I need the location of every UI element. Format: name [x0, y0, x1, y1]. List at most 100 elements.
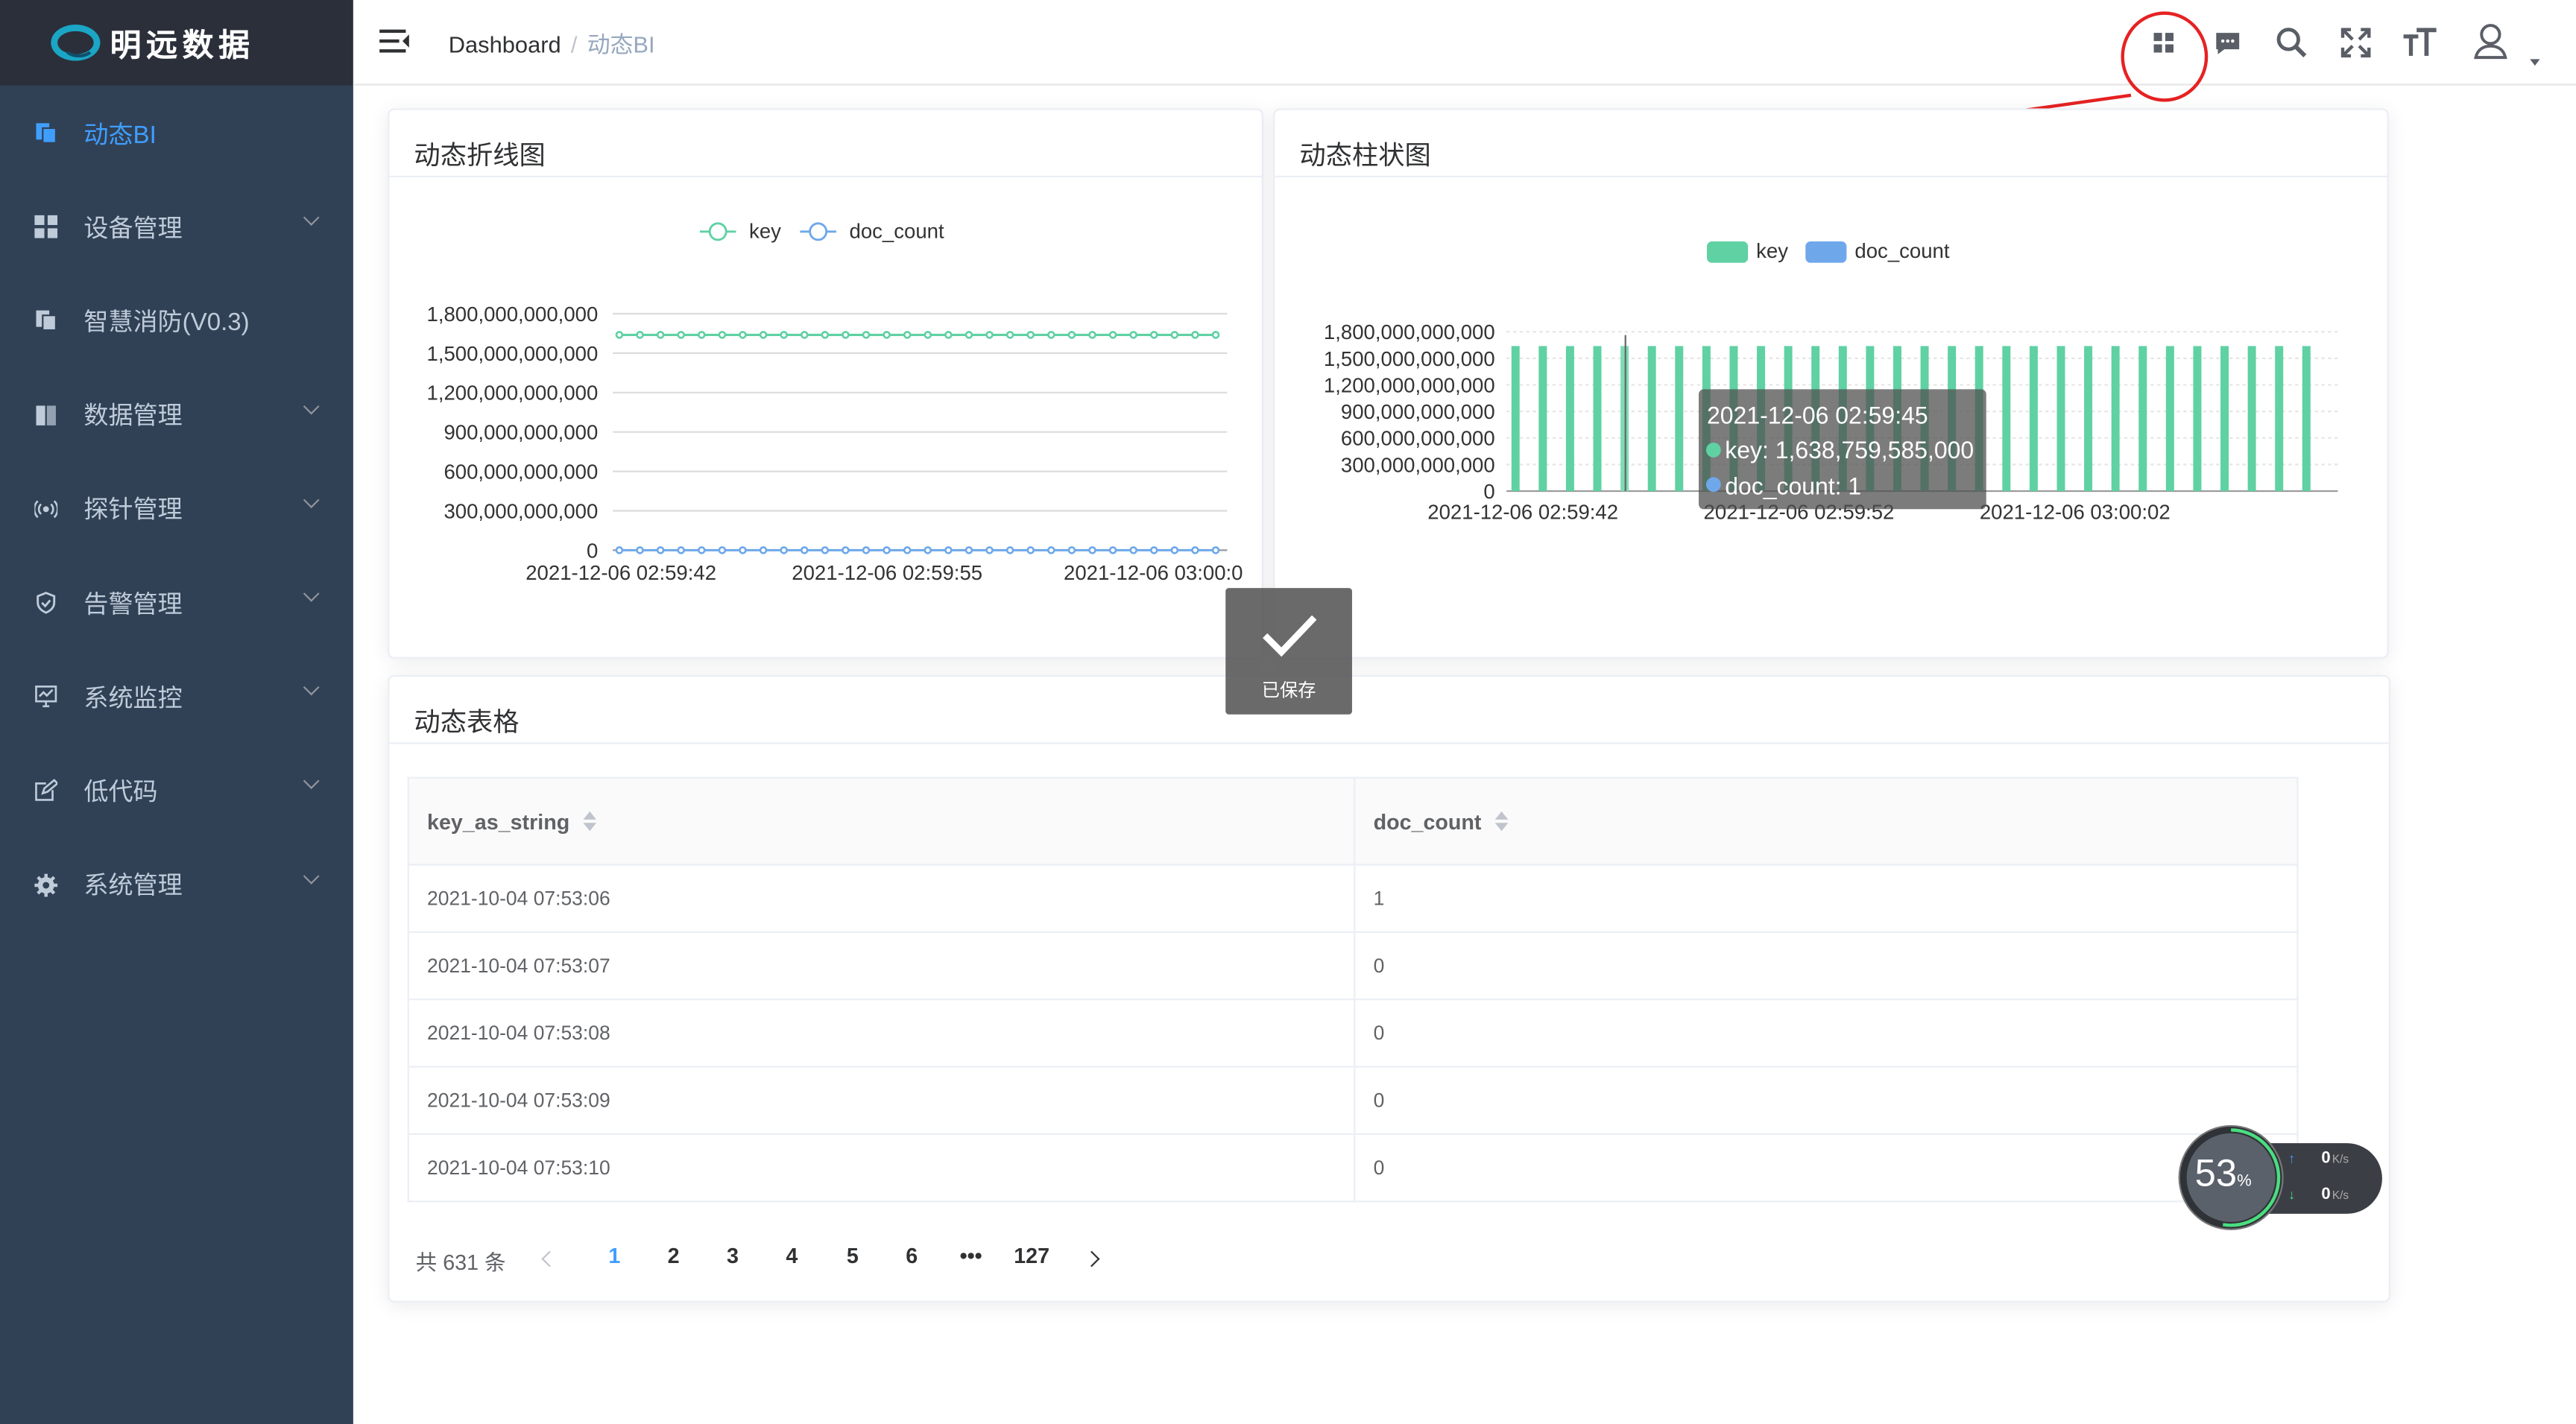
more-pages-icon[interactable]: •••: [951, 1244, 991, 1268]
series-point-key: [739, 331, 747, 339]
legend-label: doc_count: [1854, 239, 1949, 262]
bar-key: [2111, 346, 2120, 492]
breadcrumb-dashboard[interactable]: Dashboard: [449, 31, 561, 57]
y-tick-label: 0: [1483, 480, 1494, 503]
bar-key: [1511, 346, 1520, 492]
series-point-key: [1191, 331, 1199, 339]
cell-key-as-string: 2021-10-04 07:53:09: [408, 1066, 1356, 1136]
message-icon[interactable]: [2209, 23, 2245, 63]
sidebar-item-label: 数据管理: [83, 402, 183, 431]
signal-icon: [33, 496, 59, 522]
series-point-key: [883, 331, 891, 339]
page-6[interactable]: 6: [892, 1244, 932, 1268]
sort-icon[interactable]: [1494, 810, 1508, 831]
copy-icon: [33, 308, 59, 334]
sidebar-item-8[interactable]: 低代码: [0, 744, 353, 836]
cell-doc-count: 0: [1354, 1066, 2299, 1136]
sidebar-item-1[interactable]: 动态BI: [0, 87, 353, 179]
legend-symbol: [1707, 241, 1749, 263]
text-size-icon[interactable]: [2402, 23, 2437, 63]
page-1[interactable]: 1: [595, 1244, 634, 1268]
check-icon: [1263, 615, 1317, 657]
annotation-circle: [2121, 11, 2209, 102]
page-4[interactable]: 4: [772, 1244, 812, 1268]
series-point-doc_count: [1170, 546, 1179, 554]
y-tick-label: 900,000,000,000: [1341, 400, 1495, 423]
page-127[interactable]: 127: [1011, 1244, 1053, 1268]
bar-key: [1647, 346, 1656, 492]
series-point-doc_count: [759, 546, 768, 554]
cell-doc-count: 1: [1354, 864, 2299, 933]
sidebar-item-4[interactable]: 数据管理: [0, 369, 353, 461]
table-row[interactable]: 2021-10-04 07:53:08 0: [408, 999, 2299, 1068]
y-tick-label: 1,200,000,000,000: [427, 382, 599, 405]
series-point-key: [615, 331, 624, 339]
logo-mark-icon: [51, 25, 101, 61]
page-2[interactable]: 2: [654, 1244, 693, 1268]
series-point-key: [698, 331, 706, 339]
series-point-key: [821, 331, 830, 339]
search-icon[interactable]: [2273, 23, 2309, 63]
tooltip-dot: [1705, 477, 1721, 493]
sidebar-item-3[interactable]: 智慧消防(V0.3): [0, 275, 353, 367]
sidebar-item-label: 设备管理: [83, 215, 183, 243]
bar-key: [1538, 346, 1547, 492]
upload-speed: ↑ 0 K/s: [2288, 1150, 2349, 1168]
chevron-down-icon: [303, 679, 320, 696]
legend-label: key: [749, 220, 781, 243]
bar-key: [2084, 346, 2093, 492]
series-point-doc_count: [821, 546, 830, 554]
series-point-doc_count: [1026, 546, 1035, 554]
bar-key: [1565, 346, 1574, 492]
sidebar-item-5[interactable]: 探针管理: [0, 463, 353, 554]
saved-toast: 已保存: [1225, 588, 1352, 715]
edit-icon: [33, 777, 59, 803]
legend-symbol: [809, 222, 828, 241]
y-tick-label: 300,000,000,000: [1341, 453, 1495, 476]
table-row[interactable]: 2021-10-04 07:53:10 0: [408, 1133, 2299, 1203]
y-tick-label: 300,000,000,000: [443, 499, 598, 522]
sidebar-item-label: 探针管理: [83, 496, 183, 525]
bar-key: [2193, 346, 2202, 492]
fullscreen-icon[interactable]: [2337, 23, 2373, 63]
sidebar-item-2[interactable]: 设备管理: [0, 181, 353, 273]
sidebar-item-7[interactable]: 系统监控: [0, 651, 353, 742]
sort-icon[interactable]: [582, 810, 596, 831]
logo[interactable]: 明远数据: [0, 0, 353, 86]
series-point-doc_count: [862, 546, 871, 554]
table-row[interactable]: 2021-10-04 07:53:06 1: [408, 864, 2299, 933]
sidebar-item-6[interactable]: 告警管理: [0, 557, 353, 648]
upload-speed-unit: K/s: [2332, 1154, 2349, 1166]
legend-symbol: [1805, 241, 1847, 263]
tooltip-line: doc_count: 1: [1725, 472, 1861, 499]
table-row[interactable]: 2021-10-04 07:53:07 0: [408, 931, 2299, 1001]
sidebar-item-label: 系统管理: [83, 872, 183, 901]
tooltip-line: key: 1,638,759,585,000: [1725, 437, 1974, 463]
column-header-key-as-string[interactable]: key_as_string: [408, 777, 1356, 866]
tooltip-dot: [1705, 443, 1721, 458]
column-header-doc-count[interactable]: doc_count: [1354, 777, 2299, 866]
bar-key: [1620, 346, 1629, 492]
bar-key: [2029, 346, 2038, 492]
page-3[interactable]: 3: [713, 1244, 753, 1268]
series-point-key: [1129, 331, 1137, 339]
series-point-doc_count: [903, 546, 912, 554]
series-point-key: [636, 331, 644, 339]
cell-key-as-string: 2021-10-04 07:53:08: [408, 999, 1356, 1068]
series-point-doc_count: [1211, 546, 1220, 554]
series-point-key: [862, 331, 871, 339]
series-point-doc_count: [1129, 546, 1137, 554]
sidebar-item-9[interactable]: 系统管理: [0, 838, 353, 930]
series-point-doc_count: [1088, 546, 1096, 554]
chevron-down-icon[interactable]: [2530, 59, 2540, 66]
user-icon[interactable]: [2472, 23, 2522, 63]
table-row[interactable]: 2021-10-04 07:53:09 0: [408, 1066, 2299, 1136]
chevron-down-icon: [303, 773, 320, 790]
series-point-key: [718, 331, 727, 339]
menu-toggle-icon[interactable]: [379, 28, 409, 54]
sidebar-item-label: 低代码: [83, 778, 158, 806]
series-point-doc_count: [924, 546, 932, 554]
bar-key: [2056, 346, 2065, 492]
y-tick-label: 1,500,000,000,000: [427, 342, 599, 365]
page-5[interactable]: 5: [833, 1244, 872, 1268]
